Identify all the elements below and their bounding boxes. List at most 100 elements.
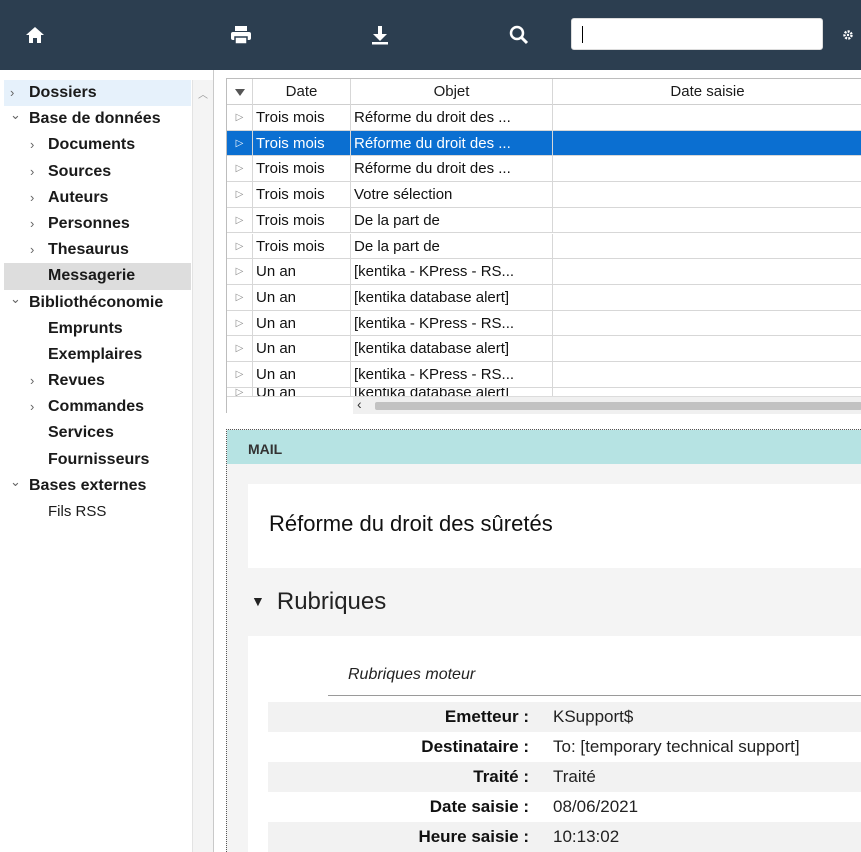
mail-section-header: MAIL	[227, 430, 861, 464]
chevron-right-icon[interactable]: ›	[30, 185, 34, 211]
scroll-left-icon[interactable]: ‹	[357, 396, 362, 412]
table-row[interactable]: ▷ Trois mois Réforme du droit des ...	[227, 156, 861, 183]
mail-title-card: Réforme du droit des sûretés	[248, 484, 861, 568]
search-input[interactable]	[572, 19, 822, 49]
field-value: Traité	[553, 767, 596, 786]
row-expand-icon[interactable]: ▷	[227, 233, 253, 259]
row-expand-icon[interactable]: ▷	[227, 284, 253, 310]
table-row[interactable]: ▷ Trois mois De la part de	[227, 233, 861, 260]
sidebar-item-services[interactable]: Services	[4, 420, 191, 446]
row-expand-icon[interactable]: ▷	[227, 207, 253, 233]
row-expand-icon[interactable]: ▷	[227, 259, 253, 285]
row-expand-icon[interactable]: ▷	[227, 387, 253, 396]
cell-objet: [kentika database alert]	[351, 284, 553, 310]
sidebar-item-bibliotheconomie[interactable]: ⌄ Bibliothéconomie	[4, 290, 191, 316]
chevron-down-icon[interactable]: ⌄	[10, 102, 21, 128]
horizontal-scrollbar[interactable]: ‹	[353, 396, 861, 414]
cell-date-saisie	[553, 208, 861, 233]
chevron-right-icon[interactable]: ›	[30, 237, 34, 263]
field-value: KSupport$	[553, 707, 634, 726]
sidebar-item-base-de-donnees[interactable]: ⌄ Base de données	[4, 106, 191, 132]
sidebar-item-fils-rss[interactable]: Fils RSS	[4, 499, 191, 525]
column-header-objet[interactable]: Objet	[351, 79, 553, 105]
cell-objet: [kentika database alert]	[351, 336, 553, 362]
row-expand-icon[interactable]: ▷	[227, 105, 253, 130]
field-label: Date saisie :	[429, 797, 529, 816]
cell-date: Trois mois	[253, 130, 351, 156]
chevron-right-icon[interactable]: ›	[30, 394, 34, 420]
cell-objet: [kentika - KPress - RS...	[351, 310, 553, 336]
sidebar-scrollbar[interactable]: ︿	[192, 80, 213, 852]
table-row[interactable]: ▷ Un an [kentika - KPress - RS...	[227, 310, 861, 337]
rubriques-toggle[interactable]: ▼ Rubriques	[251, 588, 386, 616]
sidebar-item-messagerie[interactable]: Messagerie	[4, 263, 191, 290]
cell-date-saisie	[553, 156, 861, 181]
scrollbar-thumb[interactable]	[375, 402, 861, 410]
table-row[interactable]: ▷ Trois mois Réforme du droit des ...	[227, 105, 861, 131]
column-menu-icon[interactable]	[227, 79, 253, 105]
chevron-down-icon[interactable]: ⌄	[10, 286, 21, 312]
row-expand-icon[interactable]: ▷	[227, 336, 253, 362]
sidebar-item-label: Bases externes	[29, 476, 147, 494]
field-value: To: [temporary technical support]	[553, 737, 800, 756]
chevron-right-icon[interactable]: ›	[30, 211, 34, 237]
cell-date-saisie	[553, 234, 861, 259]
sidebar-item-sources[interactable]: › Sources	[4, 159, 191, 185]
sidebar-item-dossiers[interactable]: › Dossiers	[4, 80, 191, 107]
table-row-selected[interactable]: ▷ Trois mois Réforme du droit des ...	[227, 130, 861, 157]
caret-down-icon[interactable]: ▼	[251, 593, 265, 609]
sidebar-item-commandes[interactable]: › Commandes	[4, 394, 191, 420]
field-traite: Traité : Traité	[268, 762, 861, 792]
sidebar-item-thesaurus[interactable]: › Thesaurus	[4, 237, 191, 263]
cell-objet: Votre sélection	[351, 182, 553, 208]
sidebar-item-label: Commandes	[48, 398, 145, 416]
table-row[interactable]: ▷ Un an [kentika database alert]	[227, 336, 861, 362]
chevron-right-icon[interactable]: ›	[30, 368, 34, 394]
sidebar-item-revues[interactable]: › Revues	[4, 368, 191, 394]
home-icon[interactable]	[22, 22, 48, 48]
chevron-down-icon[interactable]: ⌄	[10, 469, 21, 495]
table-row[interactable]: ▷ Un an [kentika database alert]	[227, 284, 861, 311]
print-icon[interactable]	[228, 22, 254, 48]
field-heure-saisie: Heure saisie : 10:13:02	[268, 822, 861, 852]
table-row[interactable]: ▷ Trois mois Votre sélection	[227, 182, 861, 208]
table-row[interactable]: ▷ Trois mois De la part de	[227, 207, 861, 234]
row-expand-icon[interactable]: ▷	[227, 130, 253, 156]
search-icon[interactable]	[506, 22, 532, 48]
sidebar-item-personnes[interactable]: › Personnes	[4, 211, 191, 237]
sidebar-item-emprunts[interactable]: Emprunts	[4, 316, 191, 342]
sidebar-item-auteurs[interactable]: › Auteurs	[4, 185, 191, 211]
rubriques-heading: Rubriques	[276, 588, 387, 615]
table-row[interactable]: ▷ Un an [kentika - KPress - RS...	[227, 259, 861, 285]
cell-date: Un an	[253, 310, 351, 336]
field-label: Destinataire :	[421, 737, 529, 756]
chevron-right-icon[interactable]: ›	[30, 132, 34, 158]
sidebar-item-exemplaires[interactable]: Exemplaires	[4, 342, 191, 368]
scroll-up-icon[interactable]: ︿	[198, 86, 208, 101]
divider	[328, 695, 861, 696]
column-header-date-saisie[interactable]: Date saisie	[553, 79, 861, 105]
column-header-date[interactable]: Date	[253, 79, 351, 105]
sidebar-item-label: Base de données	[29, 110, 161, 128]
sidebar-item-bases-externes[interactable]: ⌄ Bases externes	[4, 473, 191, 499]
sidebar-item-fournisseurs[interactable]: Fournisseurs	[4, 447, 191, 473]
row-expand-icon[interactable]: ▷	[227, 182, 253, 208]
mail-title: Réforme du droit des sûretés	[269, 511, 553, 536]
cell-date: Un an	[253, 387, 351, 396]
table-row[interactable]: ▷ Un an [kentika - KPress - RS...	[227, 362, 861, 388]
field-label: Traité :	[473, 767, 529, 786]
cell-date-saisie	[553, 362, 861, 387]
cell-objet: Réforme du droit des ...	[351, 130, 553, 156]
field-emetteur: Emetteur : KSupport$	[268, 702, 861, 732]
sidebar-item-label: Thesaurus	[48, 241, 129, 259]
sidebar-item-documents[interactable]: › Documents	[4, 132, 191, 158]
cell-date-saisie	[553, 336, 861, 361]
row-expand-icon[interactable]: ▷	[227, 156, 253, 182]
download-icon[interactable]	[367, 22, 393, 48]
settings-gear-icon[interactable]	[835, 22, 861, 48]
row-expand-icon[interactable]: ▷	[227, 362, 253, 387]
cell-date-saisie	[553, 182, 861, 207]
cell-date-saisie	[553, 285, 861, 310]
row-expand-icon[interactable]: ▷	[227, 310, 253, 336]
chevron-right-icon[interactable]: ›	[30, 159, 34, 185]
